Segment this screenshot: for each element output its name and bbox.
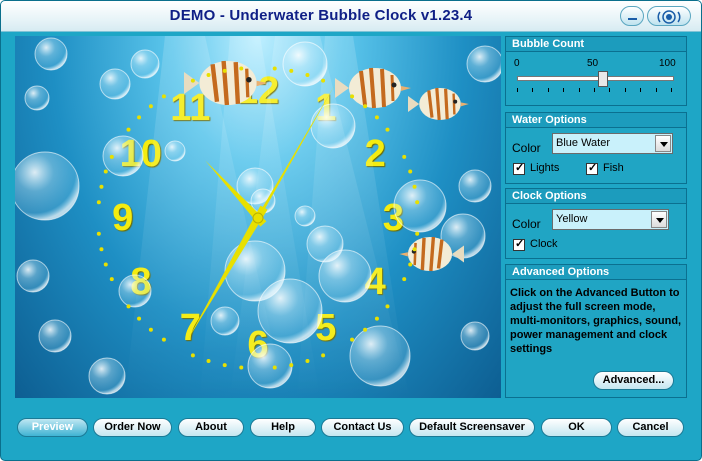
order-now-button[interactable]: Order Now <box>93 418 172 437</box>
preview-button[interactable]: Preview <box>17 418 88 437</box>
clock-preview: 12 1 2 3 4 5 6 7 8 9 10 11 <box>15 36 501 398</box>
clock-number-3: 3 <box>382 197 404 239</box>
slider-tick <box>609 88 611 92</box>
chevron-down-icon <box>660 142 668 147</box>
title-bar[interactable]: DEMO - Underwater Bubble Clock v1.23.4 <box>1 1 701 32</box>
slider-tick <box>624 88 626 92</box>
clock-number-1: 1 <box>315 86 337 129</box>
slider-max-label: 100 <box>659 58 676 69</box>
check-icon: ✓ <box>515 162 525 174</box>
clock-checkbox[interactable]: ✓ <box>513 238 525 251</box>
about-button[interactable]: About <box>178 418 244 437</box>
clock-face: 12 1 2 3 4 5 6 7 8 9 10 11 <box>15 36 501 398</box>
ok-button[interactable]: OK <box>541 418 612 437</box>
advanced-options-panel: Advanced Options Click on the Advanced B… <box>505 264 687 398</box>
slider-tick <box>547 88 549 92</box>
slider-thumb[interactable] <box>597 71 608 87</box>
water-options-panel: Water Options Color Blue Water ✓ Lights … <box>505 112 687 184</box>
slider-tick <box>594 88 595 92</box>
chevron-down-icon <box>656 218 664 223</box>
advanced-button[interactable]: Advanced... <box>593 371 674 390</box>
help-button[interactable]: Help <box>250 418 316 437</box>
slider-tick <box>671 88 672 92</box>
water-color-dropdown-button[interactable] <box>655 135 671 152</box>
check-icon: ✓ <box>588 162 598 174</box>
close-button[interactable] <box>647 6 691 26</box>
lights-checkbox[interactable]: ✓ <box>513 162 525 175</box>
clock-number-11: 11 <box>170 86 211 129</box>
fish-label: Fish <box>603 162 624 174</box>
clock-color-value: Yellow <box>556 213 588 225</box>
minimize-button[interactable] <box>620 6 644 26</box>
clock-color-label: Color <box>512 217 541 231</box>
slider-ticks <box>517 88 672 92</box>
water-options-title: Water Options <box>506 113 686 128</box>
clock-color-select[interactable]: Yellow <box>552 209 669 230</box>
bubble-count-title: Bubble Count <box>506 37 686 52</box>
contact-us-button[interactable]: Contact Us <box>321 418 404 437</box>
clock-options-title: Clock Options <box>506 189 686 204</box>
clock-number-9: 9 <box>112 197 134 239</box>
slider-tick <box>640 88 642 92</box>
slider-min-label: 0 <box>514 58 520 69</box>
slider-track <box>517 76 674 81</box>
default-screensaver-button[interactable]: Default Screensaver <box>409 418 535 437</box>
minimize-icon <box>628 18 637 20</box>
slider-tick <box>578 88 580 92</box>
water-color-select[interactable]: Blue Water <box>552 133 673 154</box>
clock-number-7: 7 <box>179 307 201 350</box>
clock-label: Clock <box>530 238 558 250</box>
advanced-description: Click on the Advanced Button to adjust t… <box>510 287 682 355</box>
close-icon <box>657 10 681 24</box>
slider-mid-label: 50 <box>587 58 599 69</box>
check-icon: ✓ <box>515 238 525 250</box>
bubble-count-slider[interactable] <box>517 71 674 95</box>
app-window: DEMO - Underwater Bubble Clock v1.23.4 1… <box>0 0 702 461</box>
bubble-count-panel: Bubble Count 0 50 100 <box>505 36 687 106</box>
clock-number-10: 10 <box>119 133 162 176</box>
clock-color-dropdown-button[interactable] <box>651 211 667 228</box>
lights-label: Lights <box>530 162 560 174</box>
clock-number-12: 12 <box>236 69 280 112</box>
advanced-options-title: Advanced Options <box>506 265 686 280</box>
fish-checkbox[interactable]: ✓ <box>586 162 598 175</box>
window-title: DEMO - Underwater Bubble Clock v1.23.4 <box>169 7 473 24</box>
clock-options-panel: Clock Options Color Yellow ✓ Clock <box>505 188 687 259</box>
slider-tick <box>532 88 534 92</box>
slider-tick <box>517 88 518 92</box>
clock-number-5: 5 <box>315 307 337 350</box>
slider-tick <box>655 88 657 92</box>
slider-tick <box>563 88 565 92</box>
cancel-button[interactable]: Cancel <box>617 418 684 437</box>
clock-number-6: 6 <box>247 324 269 367</box>
clock-number-4: 4 <box>364 260 386 303</box>
clock-number-8: 8 <box>130 260 152 303</box>
clock-number-2: 2 <box>364 133 386 176</box>
water-color-label: Color <box>512 141 541 155</box>
water-color-value: Blue Water <box>556 137 611 149</box>
